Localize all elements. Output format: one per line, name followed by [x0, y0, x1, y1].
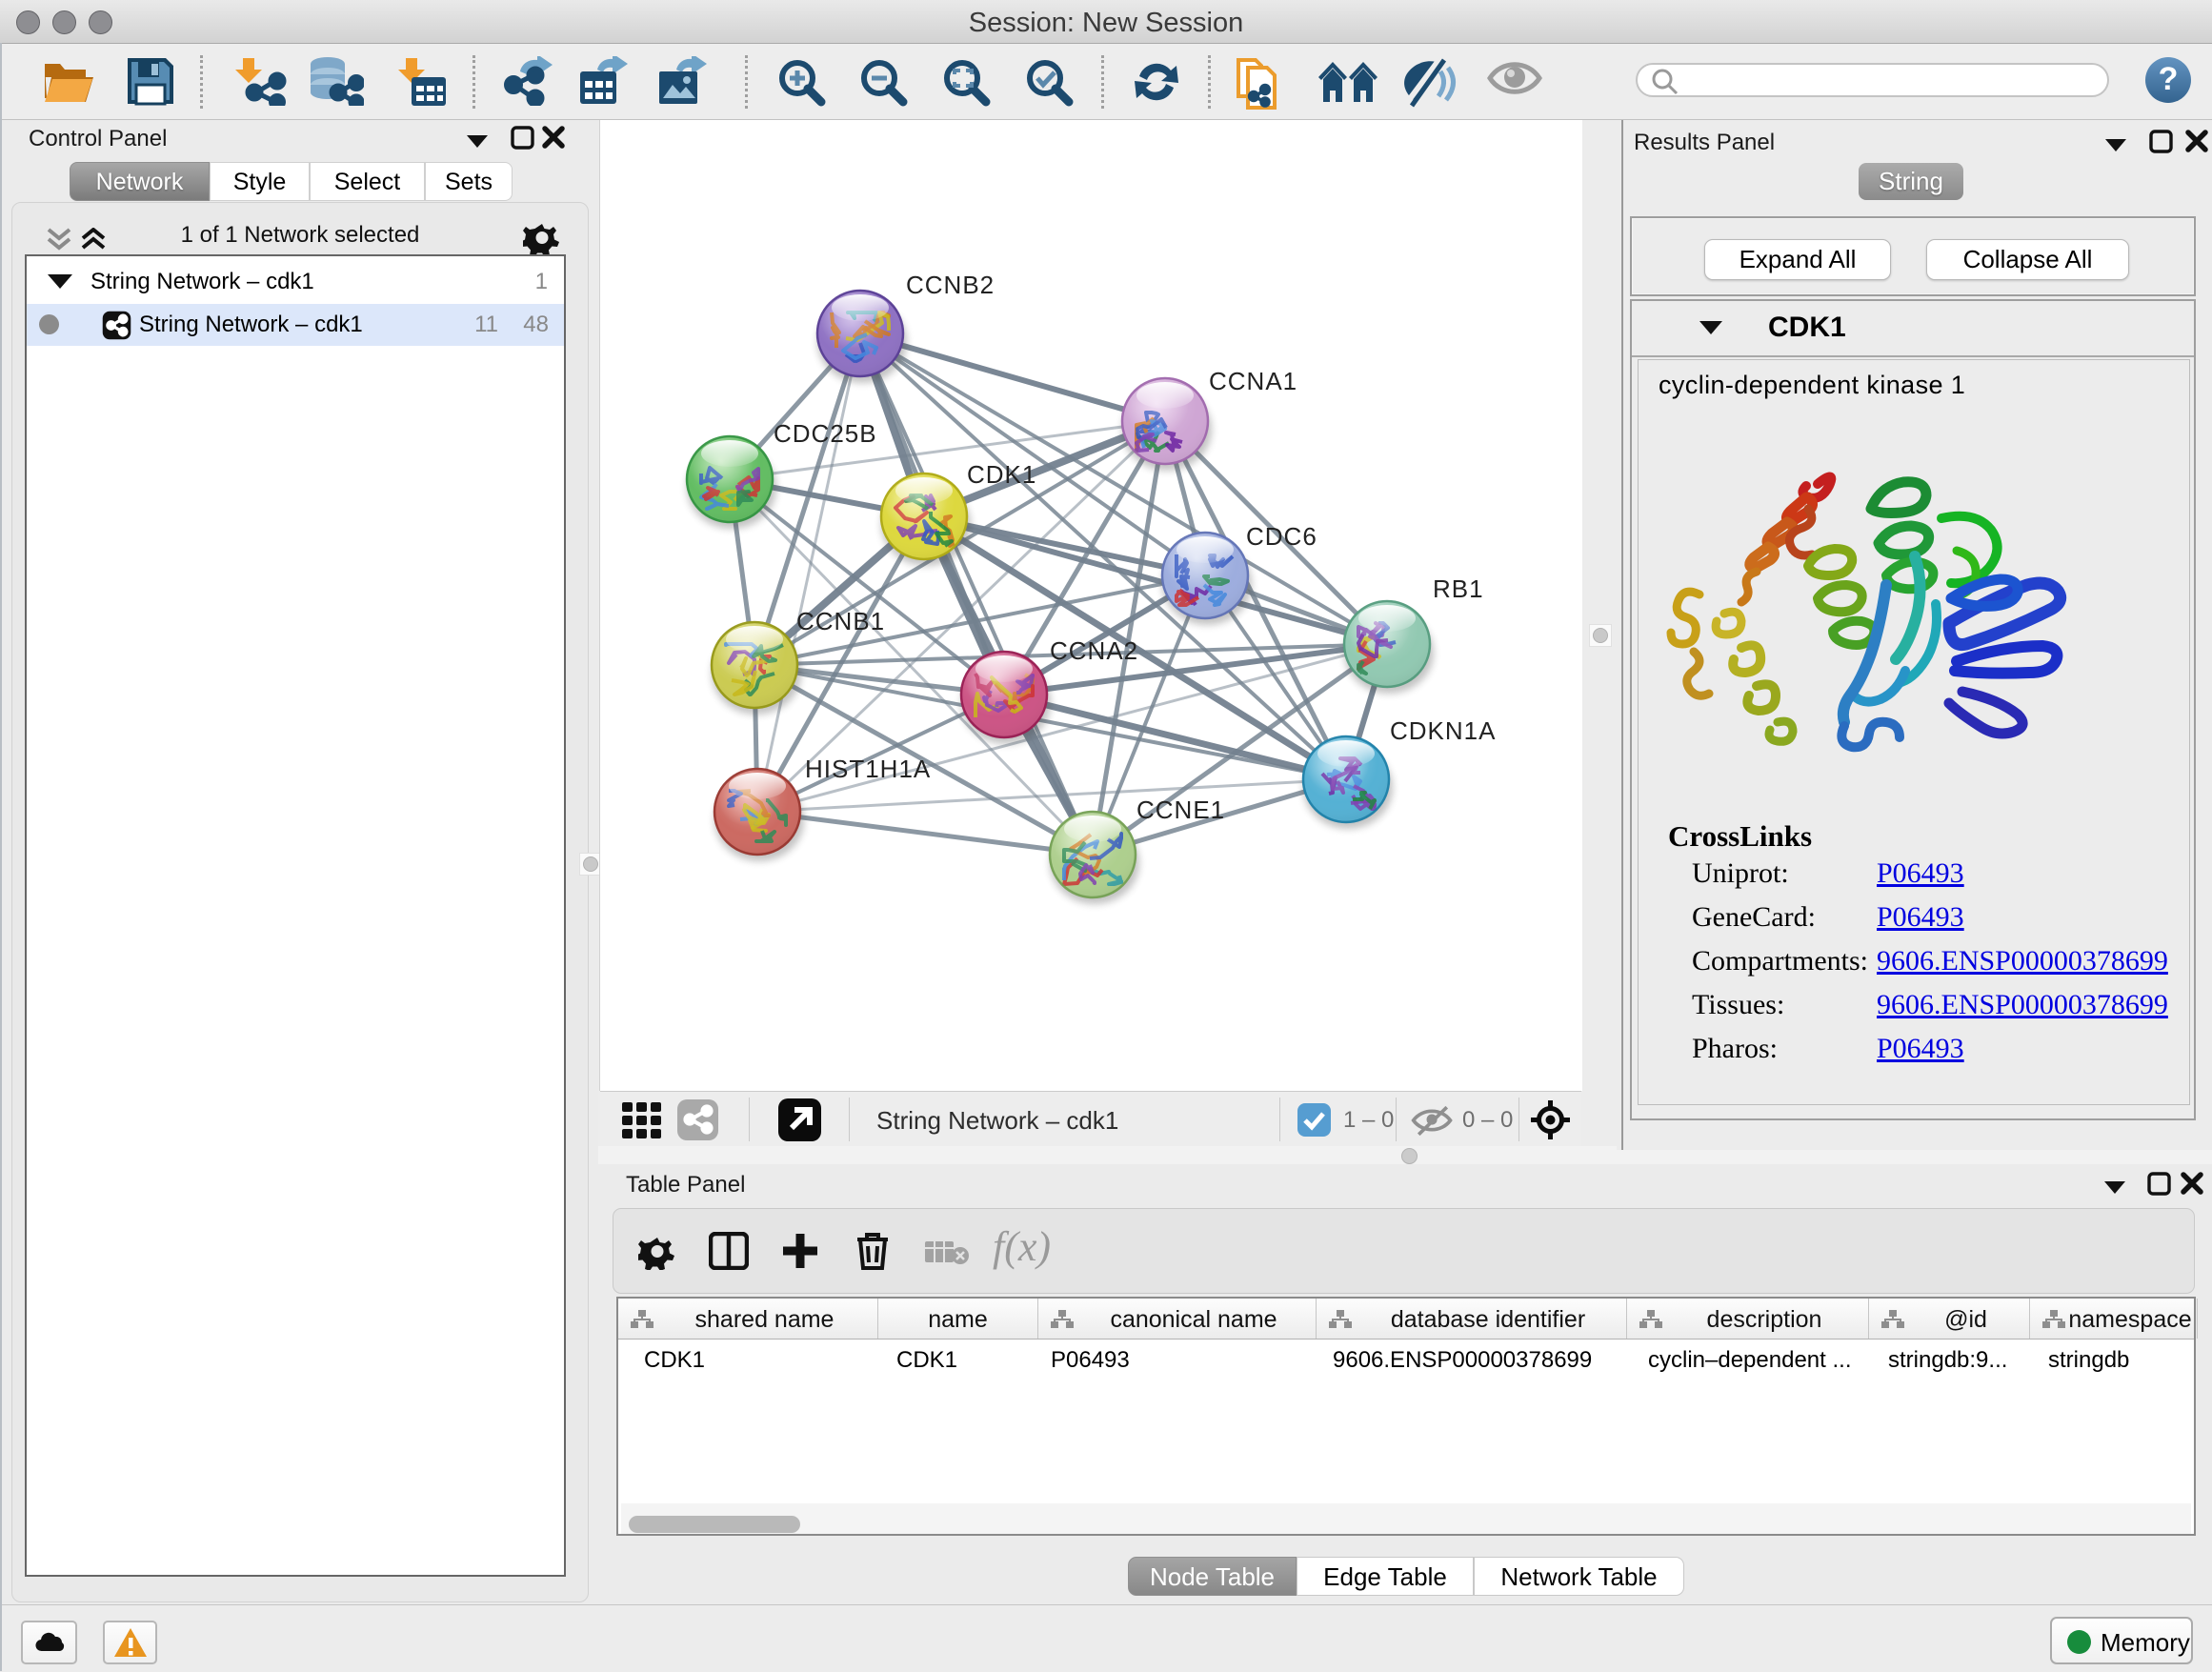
svg-text:CDKN1A: CDKN1A	[1390, 716, 1496, 745]
svg-text:CDK1: CDK1	[967, 460, 1036, 489]
svg-text:HIST1H1A: HIST1H1A	[805, 755, 931, 783]
svg-text:CCNB1: CCNB1	[796, 607, 885, 635]
svg-text:CDC6: CDC6	[1246, 522, 1317, 551]
svg-text:CCNE1: CCNE1	[1136, 796, 1225, 824]
svg-text:CCNA1: CCNA1	[1209, 367, 1297, 395]
svg-text:RB1: RB1	[1433, 574, 1484, 603]
svg-text:CCNA2: CCNA2	[1050, 636, 1138, 665]
svg-text:CCNB2: CCNB2	[906, 271, 995, 299]
svg-text:CDC25B: CDC25B	[774, 419, 877, 448]
